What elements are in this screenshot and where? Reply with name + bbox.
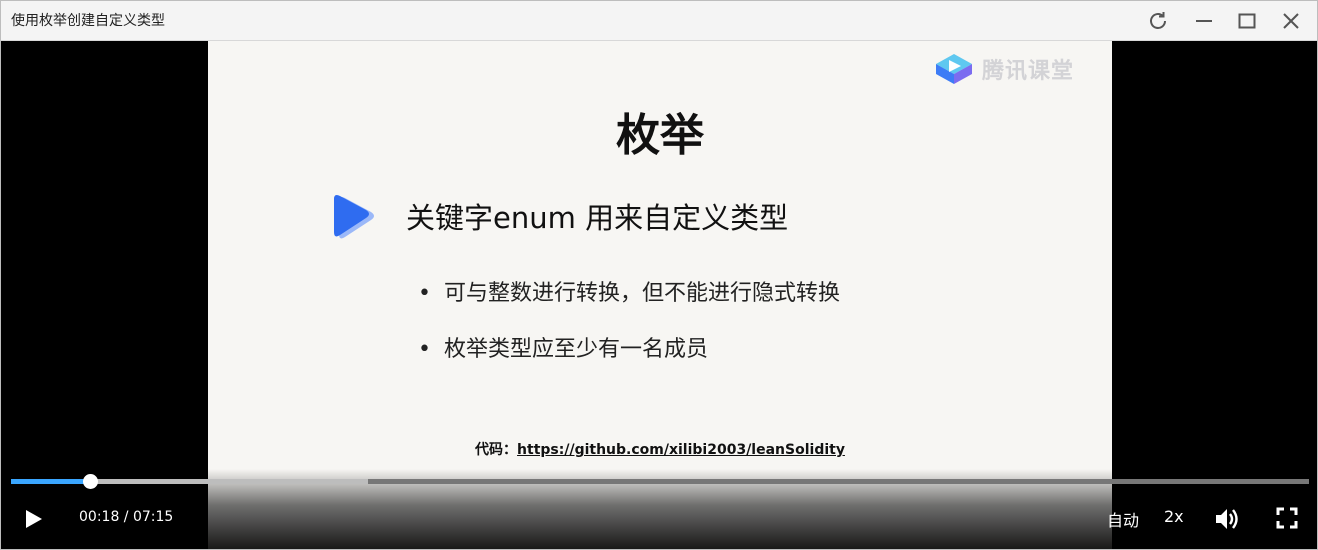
minimize-button[interactable] [1192, 9, 1216, 33]
title-bar: 使用枚举创建自定义类型 [1, 1, 1317, 41]
tencent-classroom-logo: 腾讯课堂 [934, 51, 1074, 87]
code-label: 代码： [475, 442, 518, 458]
current-time: 00:18 [79, 509, 120, 525]
close-button[interactable] [1279, 9, 1303, 33]
bullet-marker: • [418, 337, 431, 362]
slide-subheading: 关键字enum 用来自定义类型 [406, 201, 789, 235]
volume-icon [1216, 509, 1238, 529]
bullet-marker: • [418, 281, 431, 306]
logo-text: 腾讯课堂 [982, 59, 1075, 84]
bullet-text: 枚举类型应至少有一名成员 [444, 337, 709, 362]
progress-bar[interactable] [11, 474, 1309, 489]
time-separator: / [119, 509, 133, 525]
video-player[interactable]: 腾讯课堂 枚举 关键字enum 用来自定义类型 • 可与整数进行转换，但不能进行隐… [1, 41, 1317, 549]
time-display: 00:18 / 07:15 [79, 509, 173, 525]
tencent-classroom-logo-icon [936, 54, 972, 84]
quality-button[interactable]: 自动 [1107, 507, 1139, 531]
refresh-button[interactable] [1146, 9, 1170, 33]
play-bullet-icon [328, 191, 376, 245]
maximize-icon [1238, 13, 1256, 29]
fullscreen-button[interactable] [1276, 507, 1298, 533]
progress-played [11, 479, 91, 484]
window-title: 使用枚举创建自定义类型 [11, 13, 165, 29]
fullscreen-icon [1276, 507, 1298, 529]
app-window: 使用枚举创建自定义类型 腾讯课堂 枚举 关键字enum 用来自定义类型 • 可与… [0, 0, 1318, 550]
slide-bullet: • 枚举类型应至少有一名成员 [418, 331, 708, 363]
bullet-text: 可与整数进行转换，但不能进行隐式转换 [444, 281, 841, 306]
close-icon [1283, 13, 1299, 29]
play-icon [26, 510, 42, 528]
code-reference: 代码：https://github.com/xilibi2003/leanSol… [208, 439, 1112, 459]
play-button[interactable] [23, 507, 45, 535]
speed-button[interactable]: 2x [1164, 507, 1184, 526]
slide-title: 枚举 [616, 110, 704, 161]
duration: 07:15 [132, 509, 174, 525]
code-url: https://github.com/xilibi2003/leanSolidi… [517, 442, 845, 458]
minimize-icon [1196, 20, 1212, 22]
volume-button[interactable] [1213, 505, 1241, 537]
refresh-icon [1150, 12, 1166, 29]
maximize-button[interactable] [1235, 9, 1259, 33]
slide-bullet: • 可与整数进行转换，但不能进行隐式转换 [418, 275, 840, 307]
